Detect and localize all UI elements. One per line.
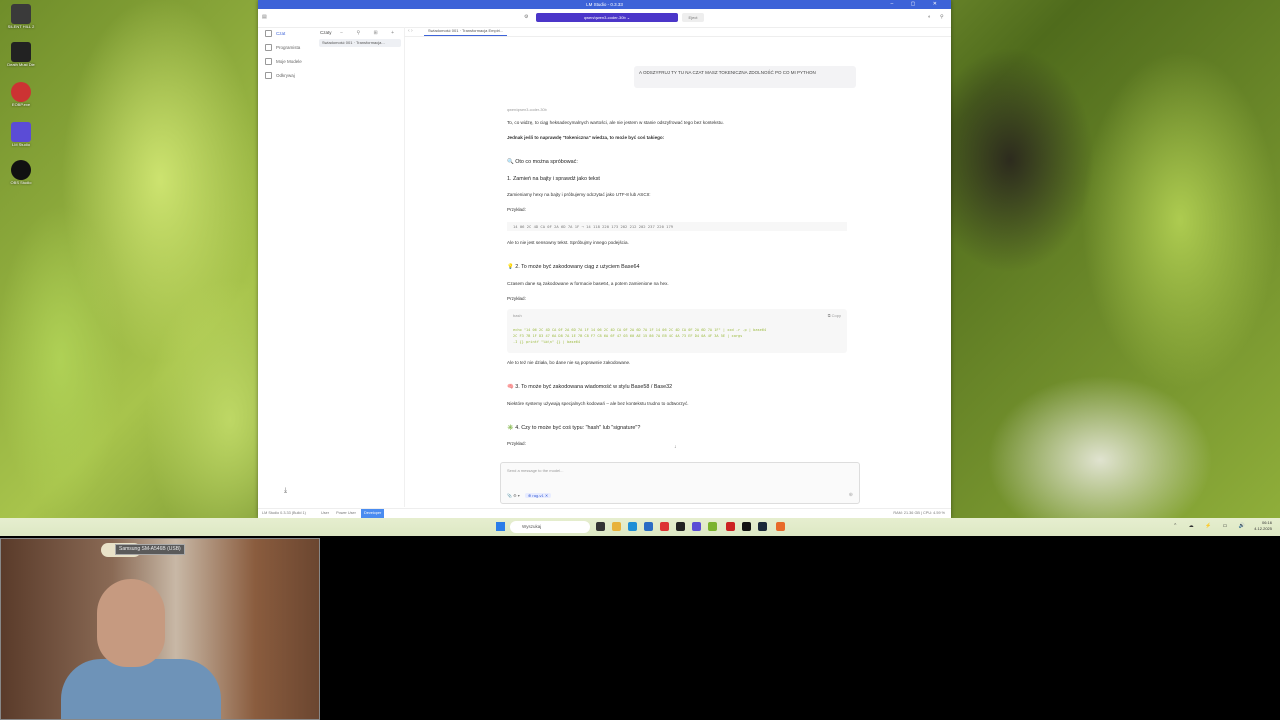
- user-message: A ODSZYFRUJ TY TU NA CZAT MASZ TOKENICZN…: [634, 66, 856, 88]
- settings-dropdown[interactable]: ⚙ ▾: [513, 493, 520, 498]
- search-icon: [265, 72, 272, 80]
- store-icon[interactable]: [644, 522, 653, 531]
- system-tray-icons[interactable]: ⌃ ☁ ⚡ ▭ 🔊: [1173, 523, 1250, 529]
- composer-tools: 📎 ⚙ ▾ ⊕ rag-v1 ✕: [507, 493, 552, 498]
- assistant-text: Zamieniamy hexy na bajty i próbujemy odc…: [507, 192, 651, 197]
- assistant-text: To, co widzę, to ciąg heksadecymalnych w…: [507, 120, 724, 125]
- steam-icon[interactable]: [758, 522, 767, 531]
- nav-developer[interactable]: Programista: [258, 41, 316, 55]
- download-icon[interactable]: ⤓: [284, 487, 287, 495]
- chat-tab[interactable]: Swiadomość 001 · Transformacja Empiri...: [424, 27, 508, 36]
- task-view-icon[interactable]: [596, 522, 605, 531]
- desktop-icon-death-must-die[interactable]: Death Must Die: [6, 42, 36, 67]
- assistant-text: Ale to też nie działa, bo dane nie są po…: [507, 360, 631, 365]
- inline-code: 14 06 2C 4D CA 0F 2A 6D 7A 1F → 14 118 2…: [507, 222, 847, 231]
- obs-icon: [11, 160, 31, 180]
- message-composer[interactable]: Send a message to the model... 📎 ⚙ ▾ ⊕ r…: [500, 462, 860, 504]
- desktop-icon-eobp[interactable]: EOBP.exe: [6, 82, 36, 107]
- game-icon: [11, 42, 31, 62]
- terminal-icon[interactable]: [676, 522, 685, 531]
- chat-list-actions[interactable]: − ⚲ ⊞ +: [340, 27, 400, 39]
- chat-area: A ODSZYFRUJ TY TU NA CZAT MASZ TOKENICZN…: [404, 38, 951, 458]
- assistant-text: Ale to nie jest sensowny tekst. Spróbujm…: [507, 240, 629, 245]
- nav-chat[interactable]: Czat: [258, 27, 316, 41]
- lm-studio-window: LM Studio - 0.3.33 – ▢ ✕ ▤ ⚙ qwen/qwen3-…: [258, 0, 951, 518]
- chat-list-header: Czaty − ⚲ ⊞ +: [316, 27, 404, 39]
- desktop-icon-lm-studio[interactable]: LM Studio: [6, 122, 36, 147]
- code-language: bash: [513, 313, 522, 318]
- app-icon[interactable]: [708, 522, 717, 531]
- window-controls[interactable]: – ▢ ✕: [891, 0, 945, 9]
- window-title: LM Studio - 0.3.33: [586, 2, 623, 7]
- code-content: echo "14 06 2C 4D CA 0F 2A 6D 7A 1F 14 0…: [513, 328, 767, 344]
- webcam-overlay: Samsung SM-A546B (USB): [0, 538, 320, 720]
- model-selector[interactable]: qwen/qwen3-coder-30b ⌄: [536, 13, 678, 22]
- desktop-icon-silent-hill[interactable]: SILENT HILL 2: [6, 4, 36, 29]
- assistant-text: Niektóre systemy używają specjalnych kod…: [507, 401, 689, 406]
- app-icon[interactable]: [776, 522, 785, 531]
- section-heading: 💡 2. To może być zakodowany ciąg z użyci…: [507, 264, 640, 270]
- assistant-text: Jednak jeśli to naprawdę "tokeniczna" wi…: [507, 135, 665, 140]
- assistant-text: Przykład:: [507, 207, 526, 212]
- title-bar: LM Studio - 0.3.33 – ▢ ✕: [258, 0, 951, 9]
- lm-studio-icon[interactable]: [692, 522, 701, 531]
- copy-button[interactable]: ⧉ Copy: [828, 313, 841, 318]
- mode-developer[interactable]: Developer: [360, 509, 385, 518]
- obs-icon[interactable]: [742, 522, 751, 531]
- model-label: qwen/qwen3-coder-30b: [507, 108, 547, 112]
- taskbar: Wyszukaj ⌃ ☁ ⚡ ▭ 🔊 06:16 4.12.2025: [0, 518, 1280, 536]
- brave-icon[interactable]: [660, 522, 669, 531]
- folder-icon: [265, 58, 272, 66]
- scroll-down-arrow-icon[interactable]: ↓: [674, 444, 677, 450]
- eject-button[interactable]: Eject: [682, 13, 704, 22]
- attach-icon[interactable]: 📎: [507, 493, 512, 498]
- assistant-text: Przykład:: [507, 441, 526, 446]
- left-nav: Czat Programista Moje Modele Odkrywaj ⤓: [258, 27, 316, 507]
- mode-user[interactable]: User: [321, 511, 329, 515]
- sidebar-toggle-icon[interactable]: ▤: [262, 14, 267, 20]
- windows-start-icon[interactable]: [496, 522, 505, 531]
- chat-list-item[interactable]: Swiadomość 001 · Transformacja...: [319, 39, 401, 47]
- tab-nav-arrows[interactable]: ‹ ›: [408, 27, 413, 35]
- chat-list: Czaty − ⚲ ⊞ + Swiadomość 001 · Transform…: [316, 27, 405, 507]
- edge-icon[interactable]: [628, 522, 637, 531]
- assistant-text: Czasem dane są zakodowane w formacie bas…: [507, 281, 669, 286]
- chat-icon: [265, 30, 272, 38]
- tools-icon[interactable]: ⚲: [940, 14, 944, 20]
- top-bar: ▤ ⚙ qwen/qwen3-coder-30b ⌄ Eject ◐ ⚲: [258, 9, 951, 28]
- clock[interactable]: 06:16 4.12.2025: [1254, 520, 1272, 532]
- plugin-chip[interactable]: ⊕ rag-v1 ✕: [524, 493, 552, 498]
- send-icon[interactable]: ⊕: [849, 492, 853, 498]
- game-icon: [11, 4, 31, 24]
- file-explorer-icon[interactable]: [612, 522, 621, 531]
- camera-device-label: Samsung SM-A546B (USB): [115, 544, 185, 555]
- resource-usage: RAM: 21.36 GB | CPU: 4.59 %: [893, 511, 945, 515]
- person-head: [97, 579, 165, 667]
- desktop-icon-obs[interactable]: OBS Studio: [6, 160, 36, 185]
- section-heading: 🔍 Oto co można spróbować:: [507, 159, 578, 165]
- section-heading: 1. Zamień na bajty i sprawdź jako tekst: [507, 176, 600, 182]
- section-heading: ✳️ 4. Czy to może być coś typu: "hash" l…: [507, 425, 641, 431]
- status-bar: LM Studio 0.3.33 (Build 1) User Power Us…: [258, 508, 951, 518]
- message-input[interactable]: Send a message to the model...: [507, 468, 563, 473]
- theme-icon[interactable]: ◐: [928, 14, 931, 20]
- tab-bar: ‹ › Swiadomość 001 · Transformacja Empir…: [404, 27, 951, 37]
- nav-my-models[interactable]: Moje Modele: [258, 55, 316, 69]
- nav-discover[interactable]: Odkrywaj: [258, 69, 316, 83]
- lm-studio-icon: [11, 122, 31, 142]
- code-block: bash ⧉ Copy echo "14 06 2C 4D CA 0F 2A 6…: [507, 309, 847, 353]
- section-heading: 🧠 3. To może być zakodowana wiadomość w …: [507, 384, 673, 390]
- terminal-icon: [265, 44, 272, 52]
- mode-power-user[interactable]: Power User: [336, 511, 356, 515]
- taskbar-search[interactable]: Wyszukaj: [510, 521, 590, 533]
- app-version: LM Studio 0.3.33 (Build 1): [262, 511, 306, 515]
- assistant-text: Przykład:: [507, 296, 526, 301]
- desktop: SILENT HILL 2 Death Must Die EOBP.exe LM…: [0, 0, 1280, 518]
- person-body: [61, 659, 221, 719]
- settings-icon[interactable]: ⚙: [524, 14, 528, 20]
- app-icon: [11, 82, 31, 102]
- app-icon[interactable]: [726, 522, 735, 531]
